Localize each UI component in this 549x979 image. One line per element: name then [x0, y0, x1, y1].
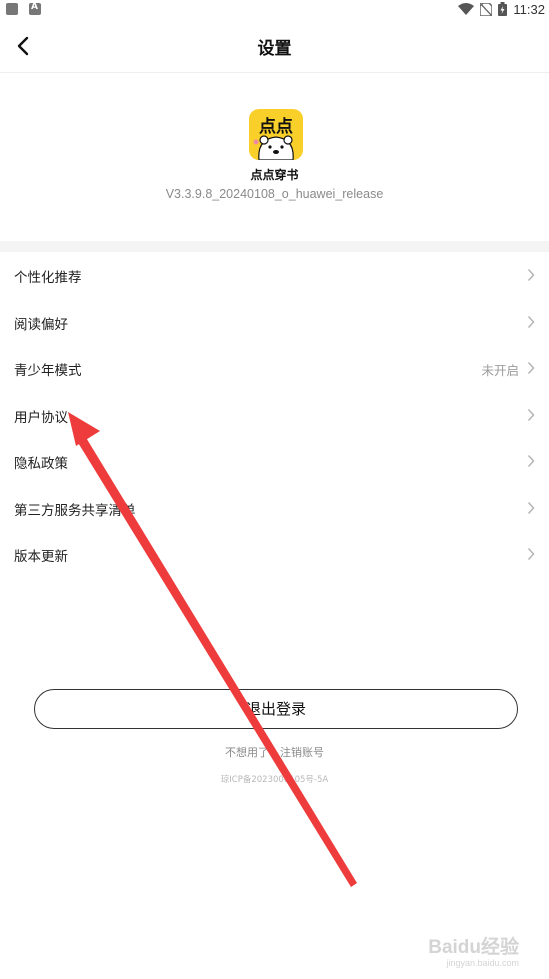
- battery-icon: [498, 2, 508, 16]
- section-divider: [0, 241, 549, 252]
- menu-item-label: 第三方服务共享清单: [14, 502, 136, 519]
- chevron-right-icon: [527, 268, 535, 282]
- teen-mode-status: 未开启: [481, 363, 519, 378]
- menu-item-version-update[interactable]: 版本更新: [0, 531, 549, 578]
- status-bar: 11:32: [0, 0, 549, 18]
- chevron-right-icon: [527, 361, 535, 375]
- chevron-right-icon: [527, 547, 535, 561]
- svg-text:点点: 点点: [259, 116, 293, 137]
- page-title: 设置: [257, 39, 292, 59]
- menu-item-label: 青少年模式: [14, 363, 82, 379]
- menu-item-user-agreement[interactable]: 用户协议: [0, 392, 549, 439]
- app-version: V3.3.9.8_20240108_o_huawei_release: [165, 187, 384, 201]
- menu-item-label: 用户协议: [14, 409, 68, 426]
- menu-item-teen-mode[interactable]: 青少年模式 未开启: [0, 345, 549, 392]
- chevron-right-icon: [527, 454, 535, 468]
- menu-item-label: 个性化推荐: [14, 270, 82, 286]
- status-time: 11:32: [513, 1, 545, 17]
- chevron-right-icon: [527, 315, 535, 328]
- no-sim-icon: [480, 2, 493, 16]
- baidu-watermark: Baidu经验 jingyan.baidu.com: [428, 932, 519, 968]
- menu-item-label: 版本更新: [14, 549, 68, 565]
- notification-icon: [6, 3, 18, 15]
- menu-item-reading-preference[interactable]: 阅读偏好: [0, 299, 549, 346]
- chevron-right-icon: [527, 501, 535, 514]
- menu-item-third-party-sharing-list[interactable]: 第三方服务共享清单: [0, 485, 549, 532]
- cancel-account-link[interactable]: 不想用了？注销账号: [0, 744, 549, 760]
- menu-item-privacy-policy[interactable]: 隐私政策: [0, 438, 549, 485]
- app-notification-icon: [29, 2, 41, 15]
- watermark-brand: Baidu经验: [428, 937, 519, 958]
- wifi-icon: [458, 3, 475, 15]
- app-bar: 设置: [0, 18, 549, 73]
- settings-menu: 个性化推荐 阅读偏好 青少年模式 未开启 用户协议 隐私政策 第三方服务共享清单…: [0, 252, 549, 578]
- app-name: 点点穿书: [250, 168, 299, 182]
- logout-button[interactable]: 退出登录: [34, 689, 518, 729]
- app-logo: 点点: [249, 109, 303, 160]
- chevron-right-icon: [527, 408, 535, 421]
- menu-item-label: 阅读偏好: [14, 316, 68, 333]
- menu-item-label: 隐私政策: [14, 456, 68, 472]
- menu-item-personalized-recommendation[interactable]: 个性化推荐: [0, 252, 549, 299]
- icp-license-text: 琼ICP备2023000105号-5A: [220, 775, 329, 785]
- watermark-url: jingyan.baidu.com: [446, 958, 519, 968]
